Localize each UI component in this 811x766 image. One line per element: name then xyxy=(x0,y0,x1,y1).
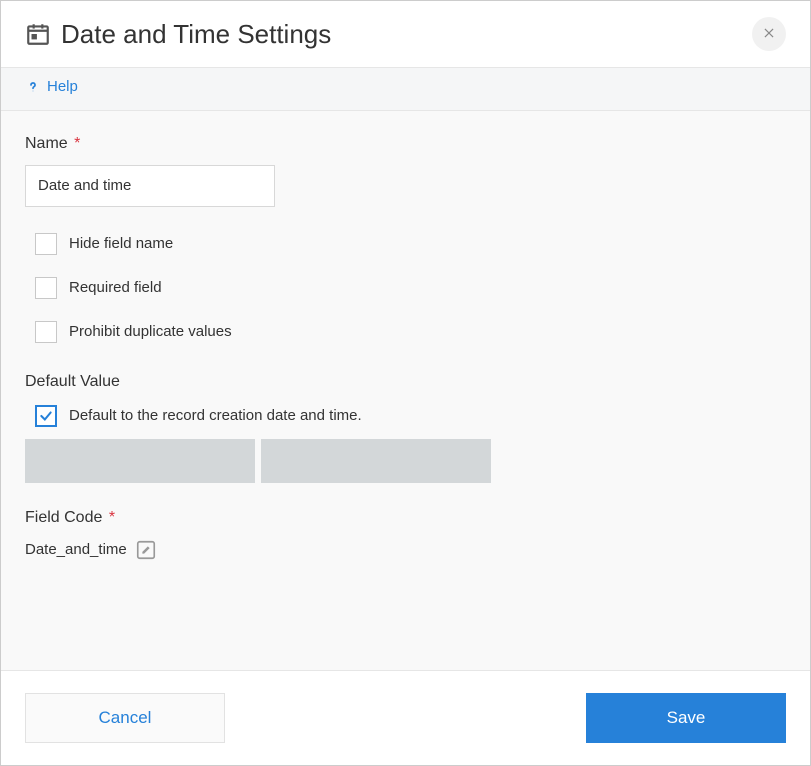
default-value-inputs xyxy=(25,439,786,483)
required-mark: * xyxy=(109,509,115,526)
cancel-button[interactable]: Cancel xyxy=(25,693,225,743)
prohibit-duplicate-label: Prohibit duplicate values xyxy=(69,323,232,340)
required-mark: * xyxy=(74,135,80,152)
hide-field-name-checkbox[interactable] xyxy=(35,233,57,255)
dialog-title: Date and Time Settings xyxy=(61,19,752,50)
default-time-input xyxy=(261,439,491,483)
default-creation-label: Default to the record creation date and … xyxy=(69,407,362,424)
required-field-label: Required field xyxy=(69,279,162,296)
hide-field-name-row: Hide field name xyxy=(35,233,786,255)
dialog: Date and Time Settings Help Nam xyxy=(0,0,811,766)
field-code-label: Field Code * xyxy=(25,509,786,527)
dialog-body: Name * Hide field name Required field Pr… xyxy=(1,111,810,671)
field-code-group: Field Code * Date_and_time xyxy=(25,509,786,561)
name-input[interactable] xyxy=(25,165,275,207)
close-icon xyxy=(762,24,776,45)
field-code-row: Date_and_time xyxy=(25,539,786,561)
required-field-checkbox[interactable] xyxy=(35,277,57,299)
help-bar: Help xyxy=(1,68,810,111)
required-field-row: Required field xyxy=(35,277,786,299)
default-creation-row: Default to the record creation date and … xyxy=(35,405,786,427)
dialog-header: Date and Time Settings xyxy=(1,1,810,68)
help-icon xyxy=(25,79,41,95)
hide-field-name-label: Hide field name xyxy=(69,235,173,252)
calendar-icon xyxy=(25,21,51,47)
name-group: Name * xyxy=(25,135,786,207)
help-label: Help xyxy=(47,78,78,95)
default-creation-checkbox[interactable] xyxy=(35,405,57,427)
prohibit-duplicate-row: Prohibit duplicate values xyxy=(35,321,786,343)
edit-icon[interactable] xyxy=(135,539,157,561)
default-value-group: Default Value Default to the record crea… xyxy=(25,373,786,483)
name-label: Name * xyxy=(25,135,786,153)
save-button[interactable]: Save xyxy=(586,693,786,743)
help-link[interactable]: Help xyxy=(25,78,78,95)
prohibit-duplicate-checkbox[interactable] xyxy=(35,321,57,343)
default-date-input xyxy=(25,439,255,483)
default-value-label: Default Value xyxy=(25,373,786,391)
dialog-footer: Cancel Save xyxy=(1,670,810,765)
close-button[interactable] xyxy=(752,17,786,51)
field-code-value: Date_and_time xyxy=(25,541,127,558)
